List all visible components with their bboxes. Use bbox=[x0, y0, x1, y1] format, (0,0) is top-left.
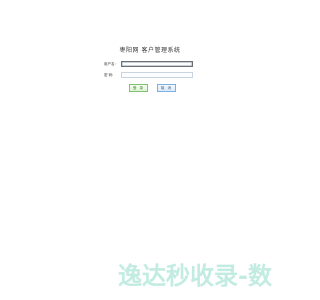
username-row: 用户名: bbox=[104, 60, 193, 68]
password-label: 密 码: bbox=[104, 72, 114, 77]
page-title: 枣阳网 客户管理系统 bbox=[119, 47, 181, 54]
reset-button[interactable]: 取 消 bbox=[157, 84, 176, 92]
username-input[interactable] bbox=[121, 61, 193, 67]
password-input[interactable] bbox=[121, 72, 193, 78]
password-row: 密 码: bbox=[104, 71, 193, 79]
login-page: 枣阳网 客户管理系统 用户名: 密 码: 登 录 取 消 逸达秒收录-数 bbox=[0, 0, 300, 300]
login-button[interactable]: 登 录 bbox=[129, 84, 148, 92]
watermark-text: 逸达秒收录-数 bbox=[118, 262, 272, 290]
username-label: 用户名: bbox=[104, 61, 116, 66]
